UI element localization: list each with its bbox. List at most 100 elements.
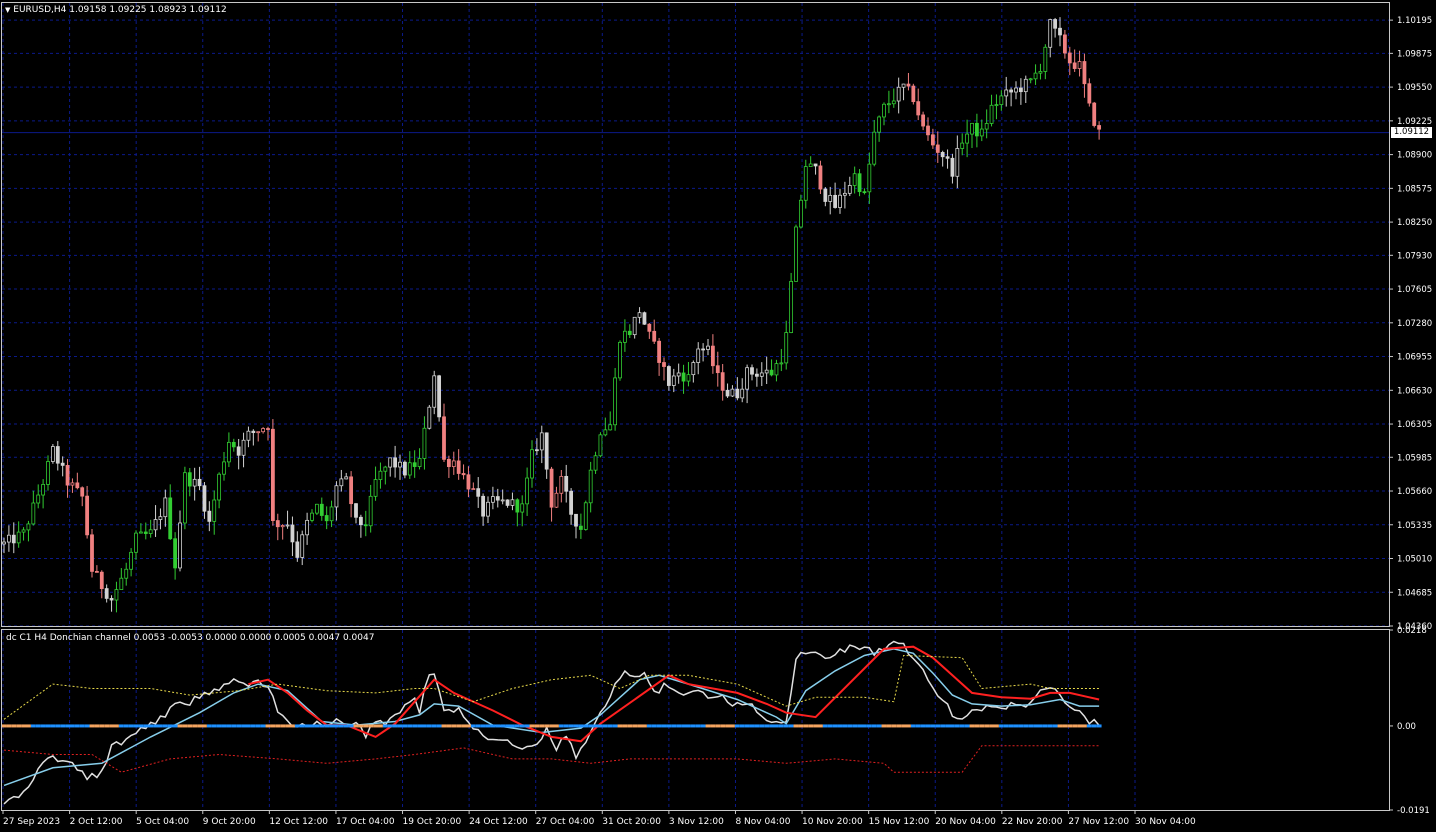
candle [510, 492, 515, 511]
mt4-chart-window[interactable]: 1.10195 1.09875 1.09550 1.09225 1.08900 1.085… [0, 0, 1436, 832]
candle [310, 509, 314, 523]
candle [1038, 63, 1043, 80]
candle [1023, 75, 1028, 103]
candle [549, 466, 554, 522]
candle [1097, 121, 1102, 140]
y-tick-label: -0.0191 [1397, 806, 1430, 816]
candle [251, 429, 256, 446]
candle [153, 505, 158, 537]
candle-body [935, 144, 940, 153]
candle [344, 472, 349, 480]
candle-body [696, 348, 701, 363]
candle-body [197, 478, 202, 487]
candle-body [432, 375, 437, 408]
candle [847, 176, 852, 197]
candle-body [803, 166, 808, 201]
candle-body [686, 374, 691, 382]
candle [398, 454, 402, 480]
candle [877, 115, 882, 142]
candle-body [422, 427, 427, 459]
candle [1033, 64, 1038, 85]
candle [476, 477, 481, 508]
candle [842, 181, 847, 209]
candle [940, 150, 945, 167]
candle-body [11, 534, 16, 544]
candle [979, 119, 984, 142]
x-tick-label: 30 Nov 04:00 [1135, 817, 1196, 827]
candle-body [354, 503, 358, 518]
candle-body [715, 365, 720, 374]
candle [500, 489, 505, 505]
y-tick-label: 1.09225 [1397, 117, 1432, 127]
candle-body [916, 101, 921, 116]
candle [417, 448, 422, 470]
candle [515, 498, 520, 527]
candle [823, 187, 828, 207]
candle-body [886, 103, 891, 106]
candle-body [578, 525, 583, 530]
candle-body [173, 538, 178, 569]
symbol-header[interactable]: ▼ EURUSD,H4 1.09158 1.09225 1.08923 1.09… [5, 5, 227, 15]
candle-body [290, 524, 295, 543]
y-tick-label: 1.08575 [1397, 184, 1432, 194]
candle [735, 377, 740, 401]
candle-body [295, 541, 300, 558]
candle-body [163, 497, 168, 518]
price-chart-svg[interactable]: 1.10195 1.09875 1.09550 1.09225 1.08900 1.085… [0, 0, 1436, 832]
candle-body [921, 114, 926, 127]
candle-body [613, 377, 618, 426]
candle [520, 495, 525, 527]
candle [471, 482, 476, 491]
candle-body [769, 369, 774, 376]
candle-body [2, 541, 6, 545]
candle-body [574, 513, 578, 527]
candle-body [256, 431, 261, 434]
candle-body [750, 367, 754, 375]
candle [1082, 53, 1087, 98]
candle [495, 488, 500, 508]
candle [642, 311, 647, 325]
candle-body [764, 369, 769, 374]
candle-body [358, 516, 363, 526]
candle-body [378, 470, 383, 480]
candle-body [329, 506, 334, 522]
candle [896, 77, 901, 114]
candle-body [1023, 78, 1028, 93]
candle [427, 404, 432, 430]
candle [270, 419, 275, 526]
candle-body [178, 522, 182, 569]
candle-body [534, 449, 539, 452]
y-tick-label: 1.07930 [1397, 251, 1432, 261]
candle-body [383, 466, 388, 472]
candle-body [754, 373, 759, 377]
candle-body [75, 482, 80, 489]
candle-body [676, 372, 681, 377]
candle [774, 359, 779, 382]
candle-body [90, 534, 94, 572]
candle-body [622, 330, 627, 343]
candle-body [759, 372, 764, 377]
candle [999, 90, 1004, 111]
candle [114, 581, 119, 613]
candle-body [891, 100, 896, 105]
candle-body [1067, 52, 1072, 64]
candle-body [520, 503, 525, 513]
candle-body [349, 476, 354, 505]
candle [50, 444, 55, 464]
candle-body [706, 345, 710, 350]
candle-body [818, 165, 823, 190]
candle-body [109, 598, 114, 601]
candle-body [979, 128, 984, 137]
candle-body [285, 524, 290, 527]
candle-body [647, 323, 652, 332]
y-tick-label: 1.08900 [1397, 151, 1432, 161]
candle [945, 149, 950, 169]
candle [970, 122, 974, 149]
candle-body [187, 472, 192, 487]
candle [349, 471, 354, 518]
dropdown-triangle-icon[interactable]: ▼ [5, 6, 10, 14]
candle-body [671, 375, 676, 386]
candle [618, 340, 622, 381]
candle-body [1048, 19, 1053, 48]
candle [55, 441, 60, 471]
